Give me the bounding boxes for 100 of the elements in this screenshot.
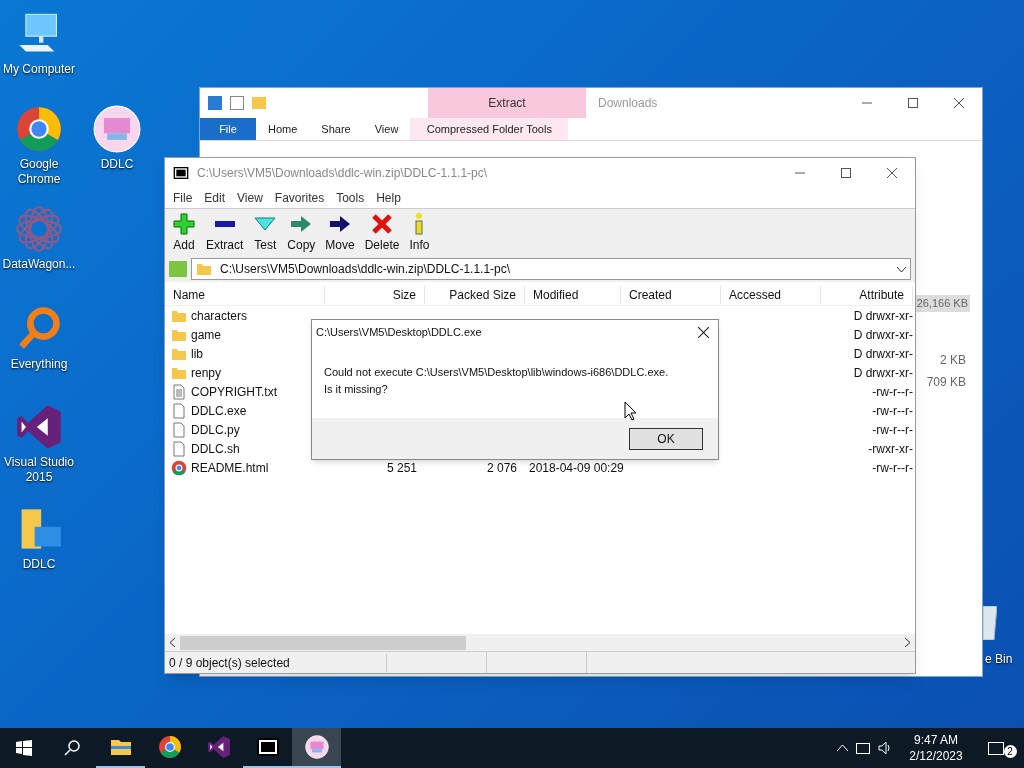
- menu-item[interactable]: Favorites: [274, 189, 325, 207]
- file-icon: [171, 402, 187, 419]
- scroll-thumb[interactable]: [180, 635, 466, 650]
- mouse-pointer-icon: [624, 401, 637, 421]
- context-tab-header: Extract: [428, 88, 586, 118]
- path-field[interactable]: C:\Users\VM5\Downloads\ddlc-win.zip\DDLC-1.1.1-pc\: [191, 258, 911, 280]
- toolbar-button[interactable]: Move: [322, 211, 358, 254]
- menu-item[interactable]: Edit: [204, 189, 226, 207]
- table-cell-text: -rw-r--r-: [871, 402, 913, 420]
- column-header[interactable]: Accessed: [721, 285, 821, 304]
- file-icon: [171, 440, 187, 457]
- cross-icon: [370, 211, 395, 236]
- clock[interactable]: 9:47 AM 2/12/2023: [900, 732, 972, 764]
- file-icon: [171, 421, 187, 438]
- table-cell-text: -rw-r--r-: [871, 421, 913, 439]
- file-size: 2 KB: [940, 352, 966, 369]
- file-name[interactable]: lib: [191, 344, 203, 363]
- archive-icon[interactable]: [173, 165, 189, 181]
- table-cell-text: D drwxr-xr-: [852, 307, 913, 325]
- ribbon-tab[interactable]: Compressed Folder Tools: [410, 118, 569, 140]
- ok-button[interactable]: OK: [629, 427, 703, 450]
- file-name[interactable]: DDLC.py: [191, 420, 240, 439]
- icon-label: e Bin: [985, 652, 1013, 667]
- mandala-icon: [15, 205, 63, 253]
- dialog-title: C:\Users\VM5\Desktop\DDLC.exe: [316, 324, 482, 340]
- close-icon[interactable]: [954, 98, 964, 108]
- close-icon[interactable]: [697, 326, 709, 338]
- status-text: 0 / 9 object(s) selected: [165, 653, 387, 672]
- chrome-icon: [157, 735, 182, 759]
- file-name[interactable]: COPYRIGHT.txt: [191, 382, 277, 401]
- icon-label: DDLC: [100, 157, 134, 172]
- speaker-icon[interactable]: [878, 741, 892, 755]
- file-name[interactable]: README.html: [191, 458, 269, 477]
- icon-label: DataWagon...: [2, 257, 76, 272]
- visual-studio-icon: [15, 403, 63, 451]
- notifications-icon[interactable]: [987, 741, 1004, 755]
- file-size: 26,166 KB: [914, 295, 970, 312]
- folder-icon: [252, 97, 266, 109]
- column-header[interactable]: Size: [325, 285, 425, 304]
- plus-icon: [172, 211, 196, 236]
- chrome-icon: [15, 105, 63, 153]
- table-cell-text: -rw-r--r-: [871, 459, 913, 477]
- window-title: C:\Users\VM5\Downloads\ddlc-win.zip\DDLC-1.1.1-pc\: [197, 165, 488, 182]
- column-header[interactable]: Modified: [525, 285, 621, 304]
- dialog-message: Is it missing?: [324, 381, 389, 397]
- icon-label: Google Chrome: [16, 157, 62, 187]
- menu-item[interactable]: Tools: [336, 189, 365, 207]
- column-header[interactable]: Name: [165, 285, 325, 304]
- archive-icon[interactable]: [255, 735, 280, 759]
- toolbar-button[interactable]: Copy: [284, 211, 319, 254]
- table-cell-text: 2 076: [485, 459, 518, 477]
- folder-icon: [196, 261, 212, 277]
- file-name[interactable]: game: [191, 325, 222, 344]
- file-name[interactable]: characters: [191, 306, 248, 325]
- column-header[interactable]: Packed Size: [425, 285, 525, 304]
- column-header[interactable]: Attribute: [821, 285, 913, 304]
- ribbon-tab[interactable]: Share: [309, 118, 363, 140]
- table-cell-text: -rw-r--r-: [871, 383, 913, 401]
- file-name[interactable]: renpy: [191, 363, 222, 382]
- toolbar-button[interactable]: Test: [250, 211, 281, 254]
- emblem-icon: [304, 735, 329, 759]
- file-name[interactable]: DDLC.sh: [191, 439, 240, 458]
- taskbar-app[interactable]: [292, 728, 341, 768]
- toolbar-button[interactable]: Delete: [361, 211, 403, 254]
- ribbon-tab[interactable]: Home: [256, 118, 310, 140]
- toolbar-button[interactable]: Info: [406, 211, 433, 254]
- dropdown-icon[interactable]: [897, 266, 906, 272]
- network-icon[interactable]: [856, 742, 870, 754]
- icon-label: DDLC: [22, 557, 56, 572]
- table-cell-text: 5 251: [385, 459, 418, 477]
- scroll-left-icon[interactable]: [170, 638, 175, 647]
- toolbar-button[interactable]: Extract: [203, 211, 247, 254]
- file-name[interactable]: DDLC.exe: [191, 401, 247, 420]
- chevron-up-icon[interactable]: [837, 745, 848, 751]
- table-cell-text: -rwxr-xr-: [867, 440, 913, 458]
- table-cell-text: 2018-04-09 00:29: [528, 459, 625, 477]
- window-title: Downloads: [598, 95, 658, 112]
- chrome-icon: [171, 459, 187, 476]
- minus-icon: [214, 220, 235, 227]
- ribbon-tab[interactable]: View: [362, 118, 411, 140]
- visual-studio-icon: [206, 735, 231, 759]
- ribbon-tab[interactable]: File: [200, 118, 256, 140]
- close-icon[interactable]: [887, 168, 897, 178]
- maximize-icon[interactable]: [841, 168, 851, 178]
- menu-item[interactable]: File: [173, 189, 193, 207]
- table-cell-text: D drwxr-xr-: [852, 345, 913, 363]
- table-cell-text: D drwxr-xr-: [852, 326, 913, 344]
- checkbox-icon: [230, 96, 244, 110]
- menu-item[interactable]: View: [237, 189, 263, 207]
- emblem-icon: [93, 105, 141, 153]
- toolbar-button[interactable]: Add: [169, 211, 199, 254]
- menu-item[interactable]: Help: [376, 189, 401, 207]
- info-icon: [415, 211, 424, 236]
- table-cell-text: D drwxr-xr-: [852, 364, 913, 382]
- text-file-icon: [171, 383, 187, 400]
- icon-label: My Computer: [3, 62, 75, 77]
- column-header[interactable]: Created: [621, 285, 721, 304]
- dialog-message: Could not execute C:\Users\VM5\Desktop\lib\windows-i686\DDLC.exe.: [324, 365, 670, 380]
- scroll-right-icon[interactable]: [905, 638, 910, 647]
- maximize-icon[interactable]: [908, 98, 918, 108]
